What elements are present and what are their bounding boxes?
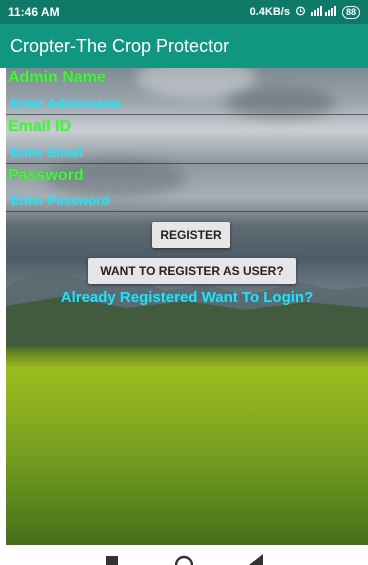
recents-button[interactable] bbox=[76, 545, 148, 565]
net-speed: 0.4KB/s bbox=[249, 6, 290, 18]
login-link[interactable]: Already Registered Want To Login? bbox=[6, 289, 368, 306]
status-bar: 11:46 AM 0.4KB/s 88 bbox=[0, 0, 368, 24]
background-landscape: Admin Name Enter Adminname Email ID Ente… bbox=[6, 68, 368, 545]
back-button[interactable] bbox=[220, 545, 292, 565]
app-bar: Cropter-The Crop Protector bbox=[0, 24, 368, 68]
email-input[interactable]: Enter Email bbox=[6, 141, 368, 164]
email-label: Email ID bbox=[8, 118, 72, 135]
alarm-icon bbox=[295, 5, 306, 19]
admin-name-label: Admin Name bbox=[8, 69, 106, 86]
password-input[interactable]: Enter Password bbox=[6, 189, 368, 212]
home-icon bbox=[175, 555, 193, 565]
register-button[interactable]: REGISTER bbox=[152, 222, 230, 248]
back-icon bbox=[249, 554, 263, 565]
admin-name-placeholder: Enter Adminname bbox=[11, 95, 122, 111]
battery-icon: 88 bbox=[341, 5, 360, 19]
recents-icon bbox=[106, 556, 118, 565]
email-placeholder: Enter Email bbox=[11, 144, 83, 160]
signal-icon bbox=[310, 5, 337, 19]
home-button[interactable] bbox=[148, 545, 220, 565]
status-time: 11:46 AM bbox=[8, 5, 60, 19]
password-label: Password bbox=[8, 167, 84, 184]
register-as-user-button[interactable]: WANT TO REGISTER AS USER? bbox=[88, 258, 296, 284]
nav-bar bbox=[0, 545, 368, 565]
password-placeholder: Enter Password bbox=[11, 192, 110, 208]
app-title: Cropter-The Crop Protector bbox=[10, 35, 230, 56]
admin-name-input[interactable]: Enter Adminname bbox=[6, 92, 368, 115]
status-icons: 0.4KB/s 88 bbox=[250, 5, 360, 19]
